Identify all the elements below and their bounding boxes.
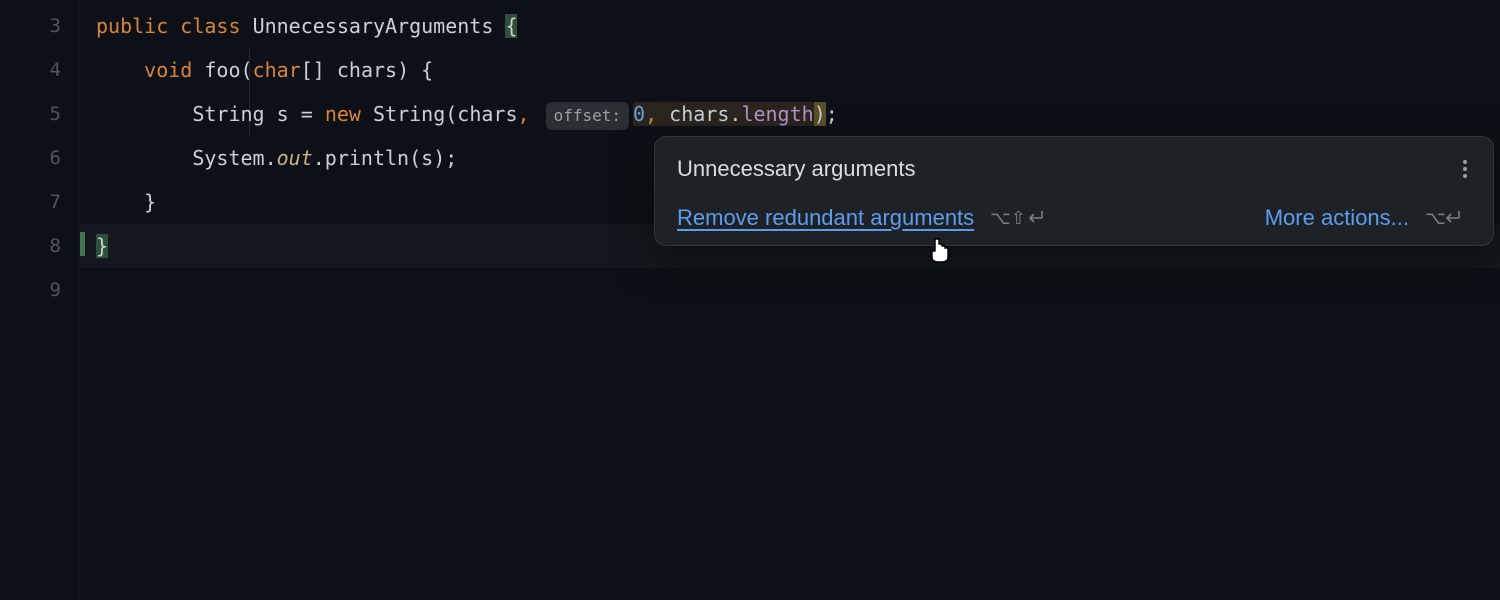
line-number: 5 (0, 92, 61, 136)
line-number: 3 (0, 4, 61, 48)
var: s (277, 102, 301, 126)
more-actions-link[interactable]: More actions... (1265, 205, 1409, 231)
popup-header: Unnecessary arguments (677, 153, 1471, 185)
method-name: foo (204, 58, 240, 82)
brace: } (144, 190, 156, 214)
line-number: 7 (0, 180, 61, 224)
line-gutter: 3 4 5 6 7 8 9 (0, 0, 80, 600)
popup-actions: Remove redundant arguments ⌥⇧ More actio… (677, 205, 1471, 231)
keyword: new (325, 102, 373, 126)
inlay-hint[interactable]: offset: (546, 102, 629, 130)
line-number: 9 (0, 268, 61, 312)
kebab-menu-icon[interactable] (1459, 153, 1471, 185)
paren: ) { (397, 58, 433, 82)
method: println (325, 146, 409, 170)
keyword: public (96, 14, 168, 38)
code-editor[interactable]: 3 4 5 6 7 8 9 public class UnnecessaryAr… (0, 0, 1500, 600)
shortcut-hint: ⌥⇧ (990, 208, 1052, 228)
constructor: String (373, 102, 445, 126)
type: String (192, 102, 276, 126)
code-line-3[interactable]: public class UnnecessaryArguments { (80, 4, 1500, 48)
line-number: 8 (0, 224, 61, 268)
brace: } (96, 234, 108, 258)
code-line-9[interactable] (80, 268, 1500, 312)
line-number: 6 (0, 136, 61, 180)
keyword: char (253, 58, 301, 82)
code-line-4[interactable]: void foo(char[] chars) { (80, 48, 1500, 92)
class-name: UnnecessaryArguments (253, 14, 494, 38)
quick-fix-link[interactable]: Remove redundant arguments (677, 205, 974, 231)
code-line-5[interactable]: String s = new String(chars, offset:0, c… (80, 92, 1500, 136)
brackets: [] (301, 58, 337, 82)
brace: { (505, 14, 517, 38)
svg-text:⌥⇧: ⌥⇧ (990, 208, 1026, 228)
shortcut-hint: ⌥ (1425, 208, 1471, 228)
svg-text:⌥: ⌥ (1425, 208, 1446, 228)
line-number: 4 (0, 48, 61, 92)
popup-title: Unnecessary arguments (677, 156, 915, 182)
inspection-popup: Unnecessary arguments Remove redundant a… (654, 136, 1494, 246)
param: chars (337, 58, 397, 82)
keyword: class (180, 14, 240, 38)
code-area[interactable]: public class UnnecessaryArguments { void… (80, 0, 1500, 600)
paren: ( (241, 58, 253, 82)
keyword: void (144, 58, 192, 82)
field: out (277, 146, 313, 170)
